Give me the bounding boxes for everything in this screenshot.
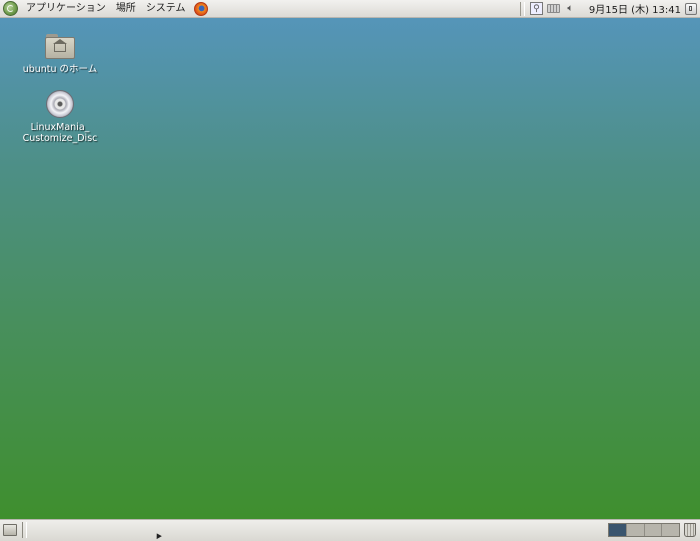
desktop-icon-disc[interactable]: LinuxMania_ Customize_Disc [18, 90, 102, 144]
desktop[interactable]: ubuntu のホーム LinuxMania_ Customize_Disc [0, 18, 700, 519]
search-icon[interactable]: ⚲ [529, 2, 543, 15]
keyboard-icon-slot[interactable] [546, 2, 560, 15]
logout-icon[interactable] [685, 2, 697, 15]
tray-separator [519, 1, 525, 16]
workspace-1[interactable] [609, 524, 627, 536]
workspace-4[interactable] [662, 524, 679, 536]
bottom-panel [0, 519, 700, 541]
home-folder-icon [45, 34, 75, 60]
menu-system[interactable]: システム [141, 0, 191, 18]
screen: アプリケーション 場所 システム ⚲ 🔈︎ 9月15日 (木) 13:41 ub… [0, 0, 700, 541]
desktop-icon-label-line2: Customize_Disc [22, 133, 98, 144]
distro-logo-icon[interactable] [3, 1, 18, 16]
mouse-cursor-icon [154, 531, 162, 540]
menu-places[interactable]: 場所 [111, 0, 141, 18]
taskbar-handle[interactable] [22, 522, 27, 538]
menu-applications[interactable]: アプリケーション [21, 0, 111, 18]
volume-icon[interactable]: 🔈︎ [564, 2, 577, 15]
workspace-2[interactable] [626, 524, 645, 536]
firefox-icon[interactable] [193, 1, 208, 16]
workspace-switcher[interactable] [608, 523, 680, 537]
disc-icon [46, 90, 74, 118]
clock[interactable]: 9月15日 (木) 13:41 [589, 1, 681, 16]
desktop-icon-label-line1: LinuxMania_ [30, 122, 90, 133]
trash-icon[interactable] [684, 523, 696, 537]
top-panel: アプリケーション 場所 システム ⚲ 🔈︎ 9月15日 (木) 13:41 [0, 0, 700, 18]
workspace-3[interactable] [644, 524, 663, 536]
show-desktop-icon[interactable] [3, 524, 17, 536]
desktop-icon-label: ubuntu のホーム [22, 64, 98, 75]
keyboard-icon [546, 4, 560, 13]
desktop-icon-home[interactable]: ubuntu のホーム [18, 34, 102, 75]
